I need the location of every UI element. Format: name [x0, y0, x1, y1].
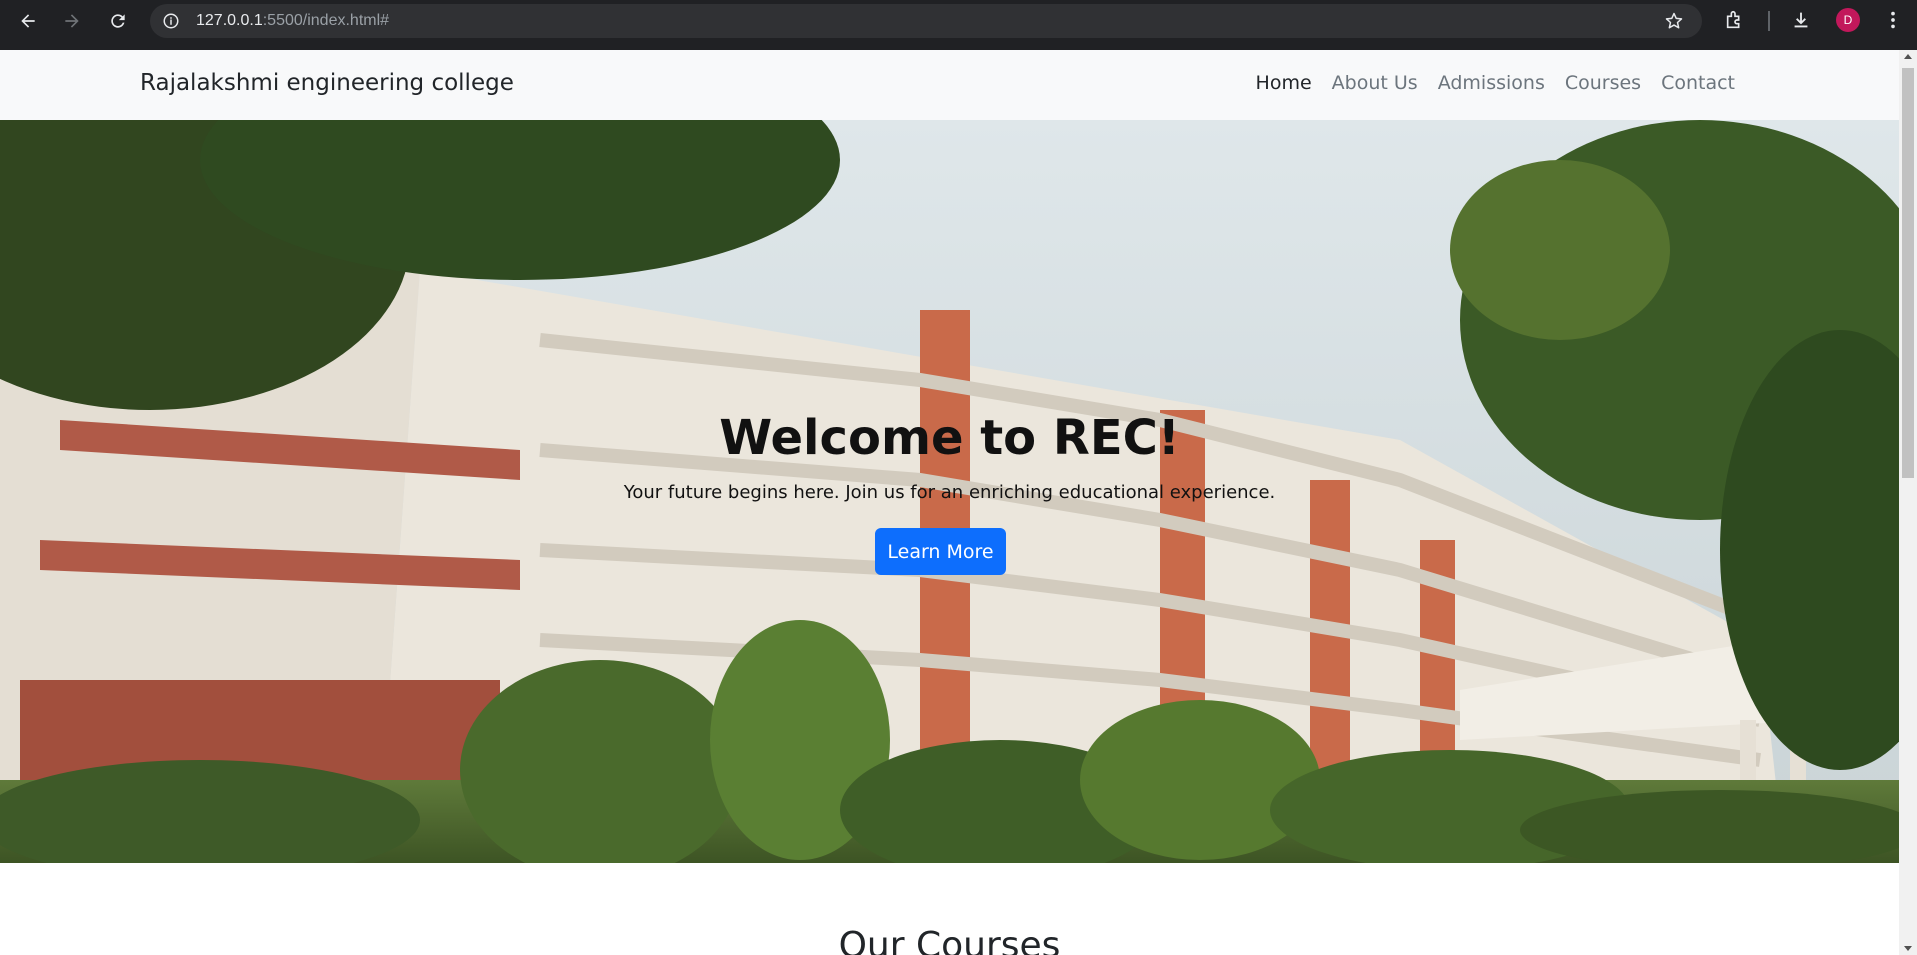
scroll-down-arrow-icon[interactable]	[1904, 946, 1912, 951]
navbar-brand[interactable]: Rajalakshmi engineering college	[140, 70, 514, 96]
bookmark-star-icon[interactable]	[1664, 11, 1684, 31]
hero-subtitle: Your future begins here. Join us for an …	[623, 482, 1276, 503]
url-host: 127.0.0.1	[196, 12, 263, 29]
page-scrollbar[interactable]	[1899, 50, 1917, 955]
download-icon[interactable]	[1790, 9, 1812, 31]
site-navbar: Rajalakshmi engineering college Home Abo…	[0, 50, 1899, 120]
courses-section-title: Our Courses	[838, 925, 1061, 955]
site-info-icon[interactable]	[162, 12, 180, 30]
page-viewport: Rajalakshmi engineering college Home Abo…	[0, 50, 1899, 955]
hero-section: Welcome to REC! Your future begins here.…	[0, 120, 1899, 863]
extensions-icon[interactable]	[1724, 9, 1746, 31]
profile-avatar[interactable]: D	[1836, 8, 1860, 32]
nav-link-admissions[interactable]: Admissions	[1438, 72, 1545, 94]
hero-content: Welcome to REC! Your future begins here.…	[0, 120, 1899, 863]
nav-link-about[interactable]: About Us	[1332, 72, 1418, 94]
nav-link-home[interactable]: Home	[1256, 72, 1312, 94]
url-path: :5500/index.html#	[262, 12, 390, 29]
forward-arrow-icon[interactable]	[60, 9, 84, 33]
nav-link-contact[interactable]: Contact	[1661, 72, 1735, 94]
toolbar-divider	[1768, 11, 1770, 31]
hero-title: Welcome to REC!	[719, 410, 1180, 466]
url-text[interactable]: 127.0.0.1:5500/index.html#	[196, 12, 389, 30]
reload-icon[interactable]	[106, 9, 130, 33]
more-menu-icon[interactable]	[1882, 9, 1904, 31]
back-arrow-icon[interactable]	[16, 9, 40, 33]
learn-more-button[interactable]: Learn More	[875, 528, 1006, 575]
scrollbar-thumb[interactable]	[1902, 68, 1914, 478]
browser-toolbar: 127.0.0.1:5500/index.html# D	[0, 0, 1917, 50]
nav-links: Home About Us Admissions Courses Contact	[1256, 72, 1735, 94]
address-bar[interactable]: 127.0.0.1:5500/index.html#	[150, 4, 1702, 38]
nav-link-courses[interactable]: Courses	[1565, 72, 1641, 94]
scroll-up-arrow-icon[interactable]	[1904, 54, 1912, 59]
